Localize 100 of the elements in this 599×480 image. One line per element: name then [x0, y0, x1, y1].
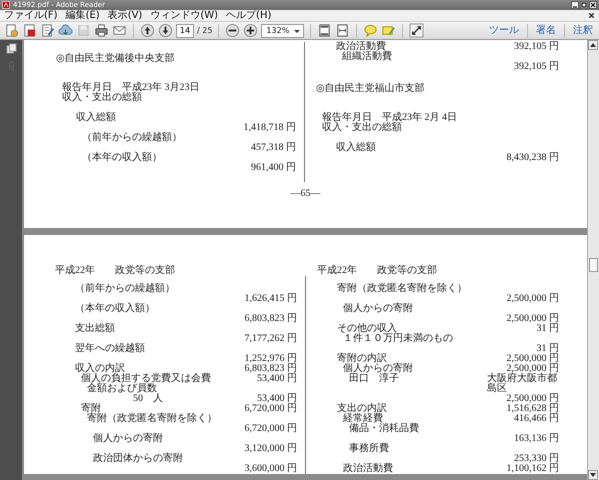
amount-text: 2,500,000 円	[506, 394, 559, 404]
entry-label: 政治団体からの寄附	[93, 454, 183, 464]
amount-text: 6,720,000 円	[244, 404, 297, 414]
entry-label: １件１０万円未満のもの	[343, 334, 453, 344]
report-line: 報告年月日 平成23年 2月 4日	[322, 113, 457, 123]
menu-item[interactable]: 編集(E)	[66, 10, 100, 21]
minimize-icon[interactable]	[571, 1, 579, 9]
amount-text: 2,500,000 円	[506, 314, 559, 324]
section-heading: ◎自由民主党備後中央支部	[56, 54, 175, 64]
entry-label: 政治活動費	[343, 464, 393, 474]
amount-text: 392,105 円	[514, 62, 559, 72]
entry-label: 個人からの寄附	[343, 364, 413, 374]
expand-icon[interactable]	[409, 23, 424, 38]
amount-text: 6,803,823 円	[244, 364, 297, 374]
close-icon[interactable]	[588, 12, 595, 19]
amount-text: 457,318 円	[251, 143, 296, 153]
amount-text: 1,252,976 円	[244, 354, 297, 364]
entry-label: 政治活動費	[336, 42, 386, 52]
menu-item[interactable]: ヘルプ(H)	[226, 10, 272, 21]
entry-label: 個人の負担する党費又は会費	[81, 374, 211, 384]
amount-text: 1,626,415 円	[244, 294, 297, 304]
scroll-up-icon[interactable]	[588, 40, 598, 50]
amount-text: 1,100,162 円	[506, 464, 559, 474]
page-field[interactable]: 14	[176, 24, 194, 38]
pane-button[interactable]: ツール	[487, 24, 521, 36]
entry-label: 金額および員数	[87, 384, 157, 394]
amount-text: 1,418,718 円	[244, 123, 296, 133]
entry-label: 寄附（政党匿名寄附を除く）	[87, 414, 217, 424]
menu-item[interactable]: 表示(V)	[108, 10, 142, 21]
amount-text: 3,600,000 円	[244, 464, 297, 474]
report-line: 収入・支出の総額	[322, 123, 402, 133]
entry-label: （前年からの繰越額）	[75, 284, 175, 294]
entry-label: 経常経費	[343, 414, 383, 424]
entry-label: 個人からの寄附	[343, 304, 413, 314]
amount-text: 2,500,000 円	[506, 364, 559, 374]
amount-text: 961,400 円	[251, 163, 296, 173]
up-arrow-button[interactable]	[140, 23, 155, 38]
entry-label: 備品・消耗品費	[349, 424, 419, 434]
zoom-in-icon[interactable]	[243, 23, 258, 38]
down-arrow-button[interactable]	[158, 23, 173, 38]
zoom-dropdown[interactable]: 132%	[261, 24, 304, 38]
page-count: / 25	[197, 26, 212, 35]
amount-text: 1,516,628 円	[506, 404, 559, 414]
entry-label: 寄附（政党匿名寄附を除く）	[337, 284, 467, 294]
comment-icon[interactable]	[363, 23, 378, 38]
amount-text: 31 円	[536, 344, 559, 354]
page-number: —65—	[290, 188, 320, 198]
fit-width-icon[interactable]	[335, 23, 350, 38]
entry-label: （本年の収入額）	[75, 304, 155, 314]
amount-text: 2,500,000 円	[506, 354, 559, 364]
entry-label: 翌年への繰越額	[75, 344, 145, 354]
amount-text: 3,120,000 円	[244, 444, 297, 454]
entry-label: （前年からの繰越額）	[82, 133, 182, 143]
amount-text: 31 円	[536, 324, 559, 334]
entry-label: 寄附の内訳	[337, 354, 387, 364]
pages-icon[interactable]	[6, 43, 16, 54]
print-icon[interactable]	[94, 23, 109, 38]
create-document-icon[interactable]	[4, 23, 19, 38]
amount-text: 53,400 円	[257, 394, 297, 404]
report-line: 収入・支出の総額	[62, 93, 142, 103]
address-text: 大阪府大阪市都島区	[487, 374, 557, 394]
entry-label: （本年の収入額）	[82, 153, 162, 163]
pdf-icon	[2, 1, 10, 9]
report-line: 報告年月日 平成23年 3月23日	[62, 83, 200, 93]
close-icon[interactable]	[589, 1, 597, 9]
entry-label: 田口 淳子	[349, 374, 399, 386]
amount-text: 6,720,000 円	[244, 424, 297, 434]
amount-text: 7,177,262 円	[244, 334, 297, 344]
entry-label: その他の収入	[337, 324, 397, 334]
entry-label: 寄附	[81, 404, 101, 414]
pdf-document-icon[interactable]	[22, 23, 37, 38]
maximize-icon[interactable]	[580, 1, 588, 9]
entry-label: 支出総額	[75, 324, 115, 334]
amount-text: 53,400 円	[257, 374, 297, 384]
entry-label: 事務所費	[349, 444, 389, 454]
entry-label: 組織活動費	[342, 52, 392, 62]
amount-text: 253,330 円	[514, 454, 559, 464]
scroll-down-icon[interactable]	[588, 470, 598, 480]
entry-label: 収入総額	[336, 143, 376, 153]
entry-label: 支出の内訳	[337, 404, 387, 414]
menu-item[interactable]: ウィンドウ(W)	[150, 10, 218, 21]
entry-label: 収入の内訳	[75, 364, 125, 374]
section-heading: ◎自由民主党福山市支部	[316, 84, 425, 94]
scroll-thumb[interactable]	[589, 258, 598, 272]
entry-label: 50 人	[132, 394, 163, 404]
entry-label: 個人からの寄附	[93, 434, 163, 444]
amount-text: 163,136 円	[514, 434, 559, 444]
amount-text: 2,500,000 円	[506, 294, 559, 304]
menu-item[interactable]: ファイル(F)	[4, 10, 58, 21]
section-heading: 平成22年 政党等の支部	[55, 266, 175, 276]
zoom-out-icon[interactable]	[225, 23, 240, 38]
entry-label: 収入総額	[76, 113, 116, 123]
pane-button[interactable]: 署名	[534, 24, 558, 36]
edit-document-icon[interactable]	[40, 23, 55, 38]
amount-text: 392,105 円	[514, 42, 559, 52]
fit-page-icon[interactable]	[317, 23, 332, 38]
pane-button[interactable]: 注釈	[571, 24, 595, 36]
section-heading: 平成22年 政党等の支部	[317, 266, 437, 276]
amount-text: 6,803,823 円	[244, 314, 297, 324]
amount-text: 416,466 円	[514, 414, 559, 424]
